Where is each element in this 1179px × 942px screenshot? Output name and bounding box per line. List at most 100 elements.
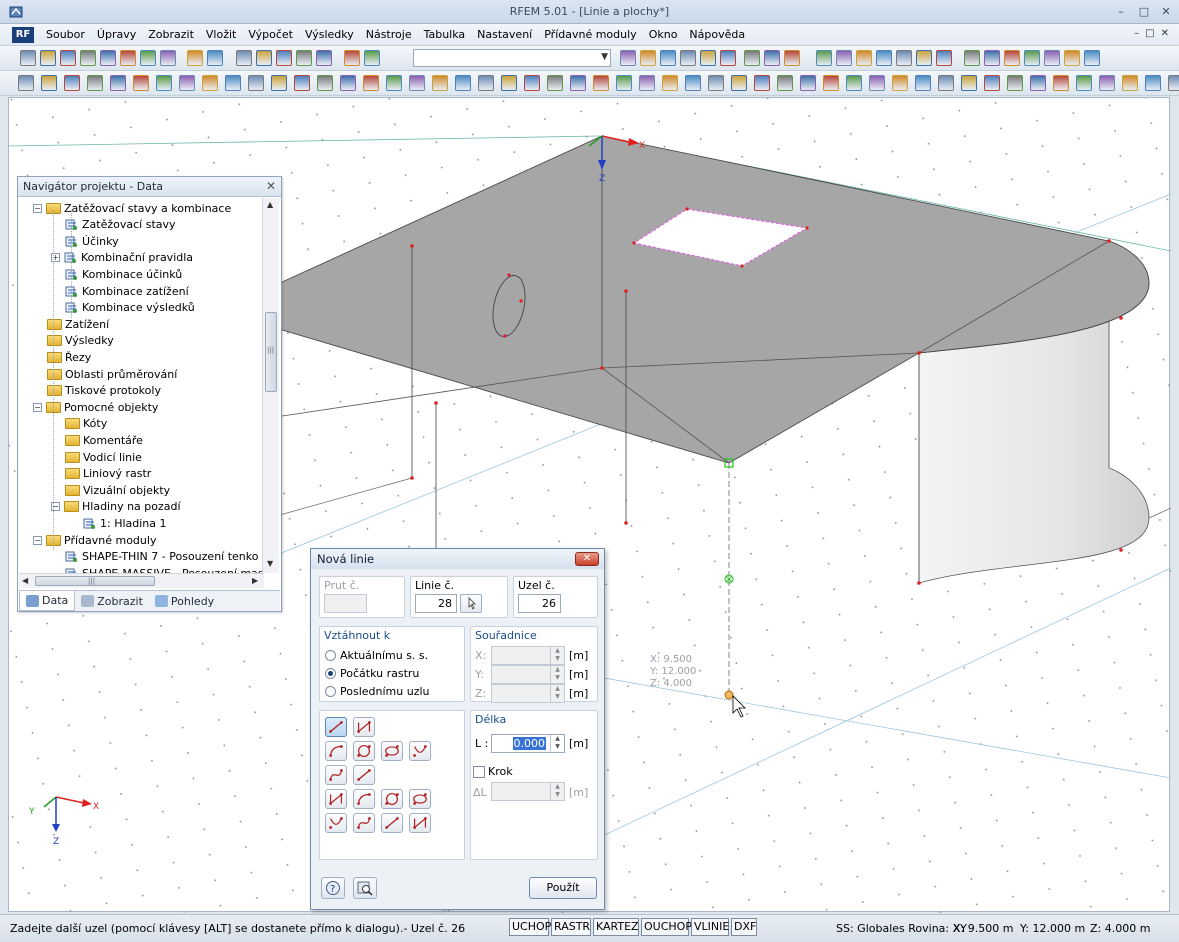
toolbar-button[interactable] [660, 50, 676, 66]
tree-item[interactable]: Oblasti průměrování [47, 366, 177, 382]
toggle-dxf[interactable]: DXF [731, 918, 757, 936]
toolbar-button[interactable] [80, 50, 96, 66]
tree-item[interactable]: Kombinace účinků [65, 266, 182, 282]
toolbar-button[interactable] [680, 50, 696, 66]
tree-item[interactable]: Vizuální objekty [65, 482, 170, 498]
mdi-close-button[interactable]: ✕ [1161, 28, 1169, 39]
toolbar-button[interactable] [296, 50, 312, 66]
node[interactable] [410, 476, 414, 480]
spin-icon[interactable]: ▲ ▼ [550, 735, 564, 752]
toolbar-button[interactable] [236, 50, 252, 66]
menu-item[interactable]: Nápověda [683, 28, 751, 41]
toolbar-button[interactable] [160, 50, 176, 66]
menu-item[interactable]: Vložit [200, 28, 242, 41]
node[interactable] [1119, 316, 1123, 320]
line-type-button[interactable] [381, 741, 403, 761]
toggle-grid[interactable]: RASTR [551, 918, 591, 936]
toolbar-button[interactable] [640, 50, 656, 66]
tree-item[interactable]: Zatížení [47, 316, 109, 332]
toolbar-button[interactable] [524, 75, 540, 91]
toolbar-button[interactable] [892, 75, 908, 91]
toolbar-button[interactable] [938, 75, 954, 91]
collapse-icon[interactable]: − [33, 203, 42, 213]
toolbar-button[interactable] [40, 50, 56, 66]
menu-item[interactable]: Okno [643, 28, 684, 41]
tree-item[interactable]: Výsledky [47, 333, 114, 349]
tree-item[interactable]: Kombinace výsledků [65, 300, 195, 316]
toolbar-button[interactable] [570, 75, 586, 91]
length-field[interactable]: 0.000 ▲ ▼ [491, 734, 565, 753]
line-type-button[interactable] [381, 813, 403, 833]
collapse-icon[interactable]: − [33, 402, 42, 412]
toolbar-button[interactable] [1024, 50, 1040, 66]
line-type-button[interactable] [325, 717, 347, 737]
toolbar-button[interactable] [984, 75, 1000, 91]
toolbar-button[interactable] [731, 75, 747, 91]
tree-item[interactable]: Vodicí linie [65, 449, 142, 465]
node[interactable] [1107, 239, 1111, 243]
toolbar-button[interactable] [344, 50, 360, 66]
toolbar-button[interactable] [836, 50, 852, 66]
scroll-right-icon[interactable]: ▶ [252, 576, 258, 585]
navigator-close-icon[interactable]: ✕ [266, 179, 276, 193]
toolbar-button[interactable] [961, 75, 977, 91]
toolbar-button[interactable] [140, 50, 156, 66]
line-type-button[interactable] [409, 789, 431, 809]
toolbar-button[interactable] [547, 75, 563, 91]
menu-item[interactable]: Přídavné moduly [538, 28, 642, 41]
toolbar-button[interactable] [896, 50, 912, 66]
menu-item[interactable]: Tabulka [418, 28, 472, 41]
toolbar-button[interactable] [41, 75, 57, 91]
line-type-button[interactable] [353, 813, 375, 833]
toolbar-button[interactable] [409, 75, 425, 91]
toolbar-button[interactable] [133, 75, 149, 91]
menu-item[interactable]: Soubor [40, 28, 91, 41]
tree-item[interactable]: − Zatěžovací stavy a kombinace [33, 200, 231, 216]
toolbar-button[interactable] [1044, 50, 1060, 66]
toolbar-button[interactable] [60, 50, 76, 66]
menu-item[interactable]: Nástroje [360, 28, 418, 41]
toolbar-button[interactable] [317, 75, 333, 91]
toolbar-button[interactable] [120, 50, 136, 66]
toggle-object-snap[interactable]: OUCHOP [641, 918, 692, 936]
toolbar-button[interactable] [225, 75, 241, 91]
toolbar-button[interactable] [110, 75, 126, 91]
tree-item[interactable]: Liniový rastr [65, 466, 151, 482]
toolbar-button[interactable] [316, 50, 332, 66]
toolbar-button[interactable] [816, 50, 832, 66]
node[interactable] [740, 264, 744, 268]
line-type-button[interactable] [409, 741, 431, 761]
toolbar-button[interactable] [87, 75, 103, 91]
line-type-button[interactable] [353, 789, 375, 809]
toolbar-button[interactable] [501, 75, 517, 91]
toolbar-button[interactable] [593, 75, 609, 91]
node[interactable] [503, 334, 507, 338]
toolbar-button[interactable] [708, 75, 724, 91]
mdi-restore-button[interactable]: □ [1145, 28, 1154, 39]
scroll-down-icon[interactable]: ▼ [267, 559, 273, 568]
node[interactable] [632, 241, 636, 245]
tree-item[interactable]: Zatěžovací stavy [65, 217, 176, 233]
line-type-button[interactable] [353, 765, 375, 785]
toolbar-button[interactable] [1004, 50, 1020, 66]
dialog-close-button[interactable]: ✕ [575, 552, 599, 566]
toolbar-button[interactable] [1064, 50, 1080, 66]
toolbar-button[interactable] [620, 50, 636, 66]
toolbar-button[interactable] [294, 75, 310, 91]
toolbar-button[interactable] [1145, 75, 1161, 91]
navigator-horizontal-scrollbar[interactable]: ◀ ||| ▶ [19, 573, 264, 588]
tree-item[interactable]: Tiskové protokoly [47, 383, 161, 399]
toolbar-button[interactable] [1084, 50, 1100, 66]
line-number-field[interactable]: 28 [415, 594, 457, 613]
toolbar-button[interactable] [700, 50, 716, 66]
tree-item[interactable]: Kóty [65, 416, 107, 432]
navigator-vertical-scrollbar[interactable]: ▲ ||| ▼ [262, 198, 279, 573]
tree-item[interactable]: 1: Hladina 1 [83, 515, 167, 531]
radio-current-cs[interactable] [325, 650, 336, 661]
node[interactable] [917, 581, 921, 585]
toolbar-button[interactable] [616, 75, 632, 91]
toolbar-button[interactable] [720, 50, 736, 66]
menu-item[interactable]: Výsledky [299, 28, 360, 41]
tree-item[interactable]: − Hladiny na pozadí [51, 499, 181, 515]
toolbar-button[interactable] [20, 50, 36, 66]
